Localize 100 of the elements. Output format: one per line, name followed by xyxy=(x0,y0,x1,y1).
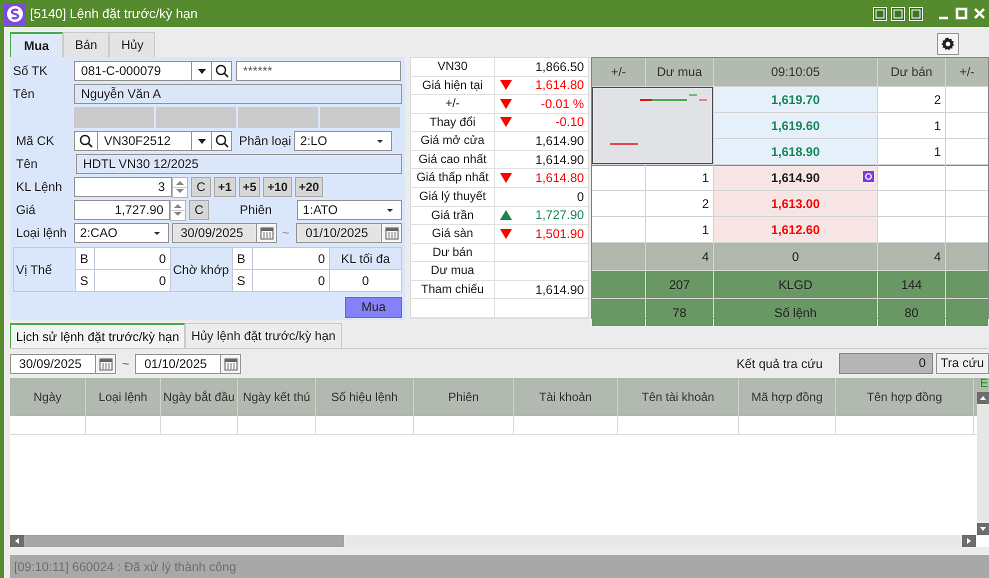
tab[interactable]: Mua xyxy=(10,32,63,57)
table-cell: Giá cao nhất xyxy=(411,150,495,168)
clear-button[interactable]: C xyxy=(191,177,211,197)
table-cell: -0.01 % xyxy=(540,96,584,111)
search-icon xyxy=(78,133,94,149)
step-button[interactable]: +1 xyxy=(214,177,236,197)
quantity-field[interactable]: 3 xyxy=(74,177,172,197)
down-arrow-icon xyxy=(500,79,512,92)
field-label: Loại lệnh xyxy=(15,226,68,240)
search-button[interactable]: Tra cứu xyxy=(936,353,989,374)
settings-button[interactable] xyxy=(937,33,959,55)
down-arrow-icon xyxy=(500,116,512,128)
column-header: Ngày xyxy=(10,378,86,416)
column-header: Tên tài khoản xyxy=(618,378,739,416)
app-logo-icon xyxy=(4,2,26,24)
spinner-icon[interactable] xyxy=(170,200,186,220)
corner-text: E xyxy=(980,377,988,390)
buy-button[interactable]: Mua xyxy=(345,297,402,318)
table-cell: B xyxy=(233,248,252,269)
table-cell: 80 xyxy=(878,299,945,326)
step-button[interactable]: +5 xyxy=(238,177,260,197)
tab[interactable]: Lịch sử lệnh đặt trước/kỳ hạn xyxy=(10,323,186,348)
horizontal-scrollbar[interactable] xyxy=(10,535,976,547)
date-field[interactable]: 30/09/2025 xyxy=(172,223,278,243)
field-label: Phân loại xyxy=(239,134,292,148)
column-header: Dư mua xyxy=(646,58,713,86)
password-field[interactable]: ****** xyxy=(236,61,401,81)
table-cell: 1,618.90 xyxy=(714,139,877,164)
panel-icon[interactable] xyxy=(891,6,905,20)
table-cell: 1,614.90 xyxy=(535,134,584,148)
field-label: Tên xyxy=(15,157,39,171)
dropdown-button[interactable] xyxy=(192,61,212,81)
column-header: Phiên xyxy=(414,378,514,416)
caret-icon xyxy=(375,137,386,145)
step-button[interactable]: +20 xyxy=(294,177,324,197)
window-title: [5140] Lệnh đặt trước/kỳ hạn xyxy=(30,6,198,21)
table-cell: 1 xyxy=(878,139,945,164)
field-label: Phiên xyxy=(240,203,272,217)
table-cell: 1 xyxy=(646,165,713,190)
table-cell: VN30 xyxy=(411,58,495,76)
table-cell: B xyxy=(76,248,94,269)
table-cell: 4 xyxy=(878,243,945,270)
date-field[interactable]: 30/09/2025 xyxy=(10,354,116,374)
table-cell: Thay đổi xyxy=(411,114,495,132)
search-icon xyxy=(214,63,230,79)
table-cell: 1,613.00 xyxy=(714,191,877,216)
step-button[interactable]: +10 xyxy=(263,177,292,197)
range-separator: ~ xyxy=(282,226,290,240)
dropdown[interactable]: 2:CAO xyxy=(74,223,169,243)
table-cell: 2 xyxy=(646,191,713,216)
table-cell: 1,614.80 xyxy=(535,78,584,92)
field-label: Giá xyxy=(15,203,36,217)
tab[interactable]: Hủy lệnh đặt trước/kỳ hạn xyxy=(185,323,342,348)
search-button[interactable] xyxy=(212,131,232,151)
table-cell: 1,619.60 xyxy=(714,113,877,138)
down-arrow-icon xyxy=(500,228,512,240)
table-cell: 1,727.90 xyxy=(535,208,584,222)
table-cell: 0 xyxy=(253,270,329,291)
maximize-icon[interactable] xyxy=(955,6,969,20)
search-button[interactable] xyxy=(212,61,232,81)
spinner-icon[interactable] xyxy=(172,176,188,198)
calendar-icon xyxy=(98,356,112,370)
table-cell: Giá sàn xyxy=(411,225,495,243)
panel-icon[interactable] xyxy=(909,6,923,20)
column-header: +/- xyxy=(946,58,988,86)
table-cell: Giá lý thuyết xyxy=(411,188,495,206)
table-cell: 1,614.90 xyxy=(535,152,584,167)
up-arrow-icon xyxy=(500,209,512,222)
column-header: Số hiệu lệnh xyxy=(316,378,414,416)
date-field[interactable]: 01/10/2025 xyxy=(296,223,402,243)
close-icon[interactable] xyxy=(973,6,987,20)
account-field[interactable]: 081-C-000079 xyxy=(74,61,192,81)
table-cell: 1,501.90 xyxy=(535,226,584,241)
table-cell: S xyxy=(233,270,252,291)
dropdown[interactable]: 1:ATO xyxy=(296,200,402,220)
dropdown-button[interactable] xyxy=(192,131,212,151)
table-cell: 1,614.80 xyxy=(535,171,584,186)
status-message: [09:10:11] 660024 : Đã xử lý thành công xyxy=(14,560,236,574)
down-arrow-icon xyxy=(500,98,512,110)
date-field[interactable]: 01/10/2025 xyxy=(135,354,242,374)
calendar-icon xyxy=(384,226,399,240)
table-cell: 1,619.70 xyxy=(714,87,877,112)
column-header: Mã hợp đồng xyxy=(739,378,836,416)
settings-icon xyxy=(941,37,955,51)
scrollbar-thumb[interactable] xyxy=(24,535,344,547)
table-cell: 1 xyxy=(646,217,713,242)
tab[interactable]: Hủy xyxy=(109,32,156,57)
table-cell: Giá mở cửa xyxy=(411,132,495,150)
symbol-field[interactable]: VN30F2512 xyxy=(74,131,192,151)
price-field[interactable]: 1,727.90 xyxy=(74,200,170,220)
vertical-scrollbar[interactable] xyxy=(977,392,989,535)
table-cell: 0 xyxy=(577,190,584,204)
table-cell: 1 xyxy=(878,113,945,138)
calendar-icon xyxy=(224,356,238,370)
clear-button[interactable]: C xyxy=(189,200,209,220)
panel-icon[interactable] xyxy=(873,6,887,20)
table-cell: 0 xyxy=(253,248,329,269)
table-cell: -0.10 xyxy=(556,115,584,130)
tab[interactable]: Bán xyxy=(63,32,110,57)
dropdown[interactable]: 2:LO xyxy=(294,131,392,151)
